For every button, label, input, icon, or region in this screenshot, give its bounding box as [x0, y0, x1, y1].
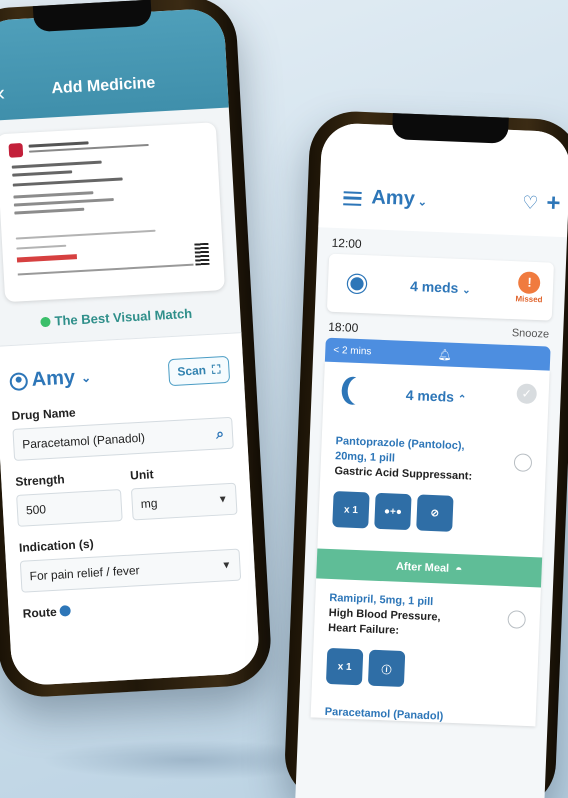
list-item: Pantoprazole (Pantoloc), 20mg, 1 pill Ga…	[318, 422, 547, 544]
user-selector[interactable]: Amy ⌄	[9, 366, 92, 394]
info-icon: ⓘ	[367, 649, 406, 688]
medicine-form: Amy ⌄ Scan ⛶ Drug Name Paracetamol (Panad…	[0, 332, 261, 687]
pill-count-icon: x 1	[325, 647, 364, 686]
hamburger-menu-icon[interactable]	[343, 191, 362, 206]
alert-icon: !	[518, 271, 542, 295]
dropdown-caret-icon: ▼	[221, 559, 232, 572]
user-selector[interactable]: Amy ⌄	[371, 186, 427, 211]
search-icon[interactable]: ⌕	[216, 425, 225, 442]
info-icon[interactable]	[59, 605, 71, 617]
take-radio[interactable]	[507, 610, 527, 629]
left-phone: ‹ Add Medicine The Best Visual Match Amy…	[0, 0, 274, 700]
unit-label: Unit	[129, 467, 154, 483]
strength-label: Strength	[14, 472, 66, 489]
strength-input[interactable]: 500	[16, 489, 123, 527]
pill-count-icon: x 1	[332, 491, 370, 529]
evening-slot-card: 4 meds ⌃ ✓ Pantoprazole (Pantoloc), 20mg,…	[310, 361, 550, 727]
page-title: Add Medicine	[50, 74, 156, 98]
noon-slot-card[interactable]: 4 meds ⌄ ! Missed	[326, 253, 555, 321]
user-icon	[9, 371, 29, 391]
route-label: Route	[22, 594, 242, 621]
snooze-label[interactable]: Snooze	[512, 327, 550, 342]
bell-icon: 🔔︎	[437, 348, 452, 362]
food-timing-icon: ●+●	[374, 492, 412, 531]
best-match-label: The Best Visual Match	[0, 303, 241, 332]
missed-badge: ! Missed	[515, 271, 543, 304]
qr-code-icon	[194, 242, 210, 266]
chevron-down-icon: ⌄	[417, 196, 428, 209]
medication-description: High Blood Pressure, Heart Failure:	[327, 606, 441, 637]
prescription-label-image	[0, 122, 225, 303]
unit-select[interactable]: mg ▼	[130, 482, 238, 521]
chevron-down-icon: ⌄	[462, 285, 471, 297]
bowl-icon: ◓	[454, 562, 463, 577]
add-button[interactable]: +	[546, 189, 561, 218]
schedule-screen: Amy ⌄ ♡ + 12:00 4 meds ⌄ ! Missed 18:00 Sn…	[295, 122, 568, 798]
list-item: Ramipril, 5mg, 1 pill High Blood Pressur…	[312, 578, 541, 700]
chevron-down-icon: ⌄	[80, 370, 92, 385]
right-phone-notch	[391, 113, 509, 144]
add-medicine-screen: ‹ Add Medicine The Best Visual Match Amy…	[0, 7, 261, 687]
scan-button[interactable]: Scan ⛶	[167, 355, 231, 387]
heart-pulse-icon[interactable]: ♡	[522, 192, 539, 214]
no-alcohol-icon: ⊘	[416, 494, 454, 532]
match-dot-icon	[40, 316, 51, 328]
scan-frame-icon: ⛶	[211, 362, 221, 377]
chevron-up-icon: ⌃	[457, 393, 467, 406]
right-phone: Amy ⌄ ♡ + 12:00 4 meds ⌄ ! Missed 18:00 Sn…	[283, 109, 568, 798]
indication-select[interactable]: For pain relief / fever ▼	[19, 548, 242, 593]
hospital-logo-icon	[8, 143, 24, 158]
take-radio[interactable]	[513, 453, 533, 472]
evening-slot-head[interactable]: 4 meds ⌃ ✓	[322, 362, 549, 431]
dropdown-caret-icon: ▼	[217, 493, 228, 506]
